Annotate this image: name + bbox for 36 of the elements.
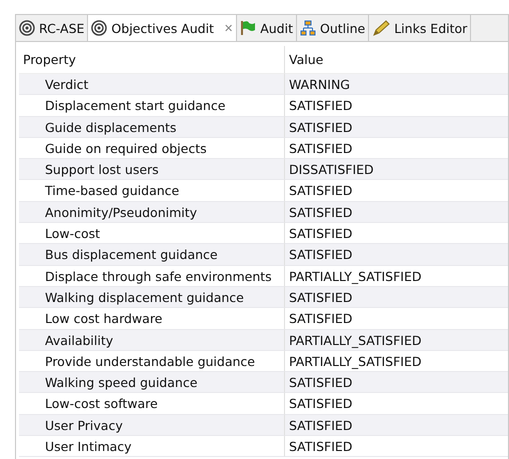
table-cell: WARNING — [285, 74, 508, 96]
table-cell: Anonimity/Pseudonimity — [19, 202, 285, 224]
table-cell: DISSATISFIED — [285, 159, 508, 180]
table-cell: Availability — [19, 330, 285, 351]
table-cell: Displace through safe environments — [19, 266, 285, 287]
tab[interactable]: Objectives Audit ✕ — [88, 15, 238, 41]
table-cell: Low-cost software — [19, 393, 285, 415]
table-cell: Low cost hardware — [19, 308, 285, 330]
table-cell: Time-based guidance — [19, 180, 285, 202]
table-cell: Bus displacement guidance — [19, 244, 285, 266]
table-cell: Low-cost — [19, 223, 285, 244]
table-cell: User Privacy — [19, 414, 285, 436]
target-icon — [19, 20, 35, 36]
table-cell: PARTIALLY_SATISFIED — [285, 266, 508, 287]
table-cell: Walking speed guidance — [19, 372, 285, 394]
table-cell: Guide on required objects — [19, 138, 285, 160]
table-cell: User Intimacy — [19, 436, 285, 458]
target-icon — [91, 20, 108, 36]
table-cell: SATISFIED — [285, 244, 508, 266]
table-cell: SATISFIED — [285, 414, 508, 436]
table-cell: SATISFIED — [285, 372, 508, 394]
close-button[interactable]: ✕ — [224, 22, 234, 34]
table-cell: Walking displacement guidance — [19, 286, 285, 308]
table-cell: Verdict — [19, 74, 285, 96]
table-cell: Support lost users — [19, 159, 285, 180]
table-cell: Guide displacements — [19, 116, 285, 138]
hierarchy-icon — [300, 20, 316, 36]
table-cell: SATISFIED — [285, 116, 508, 138]
flag-icon — [240, 20, 256, 36]
table-cell: Provide understandable guidance — [19, 350, 285, 372]
tab[interactable]: RC-ASE — [16, 15, 88, 41]
table-cell: PARTIALLY_SATISFIED — [285, 330, 508, 351]
table-cell: SATISFIED — [285, 202, 508, 224]
table-cell: Displacement start guidance — [19, 95, 285, 117]
table-cell: SATISFIED — [285, 286, 508, 308]
pencil-icon — [372, 20, 390, 36]
